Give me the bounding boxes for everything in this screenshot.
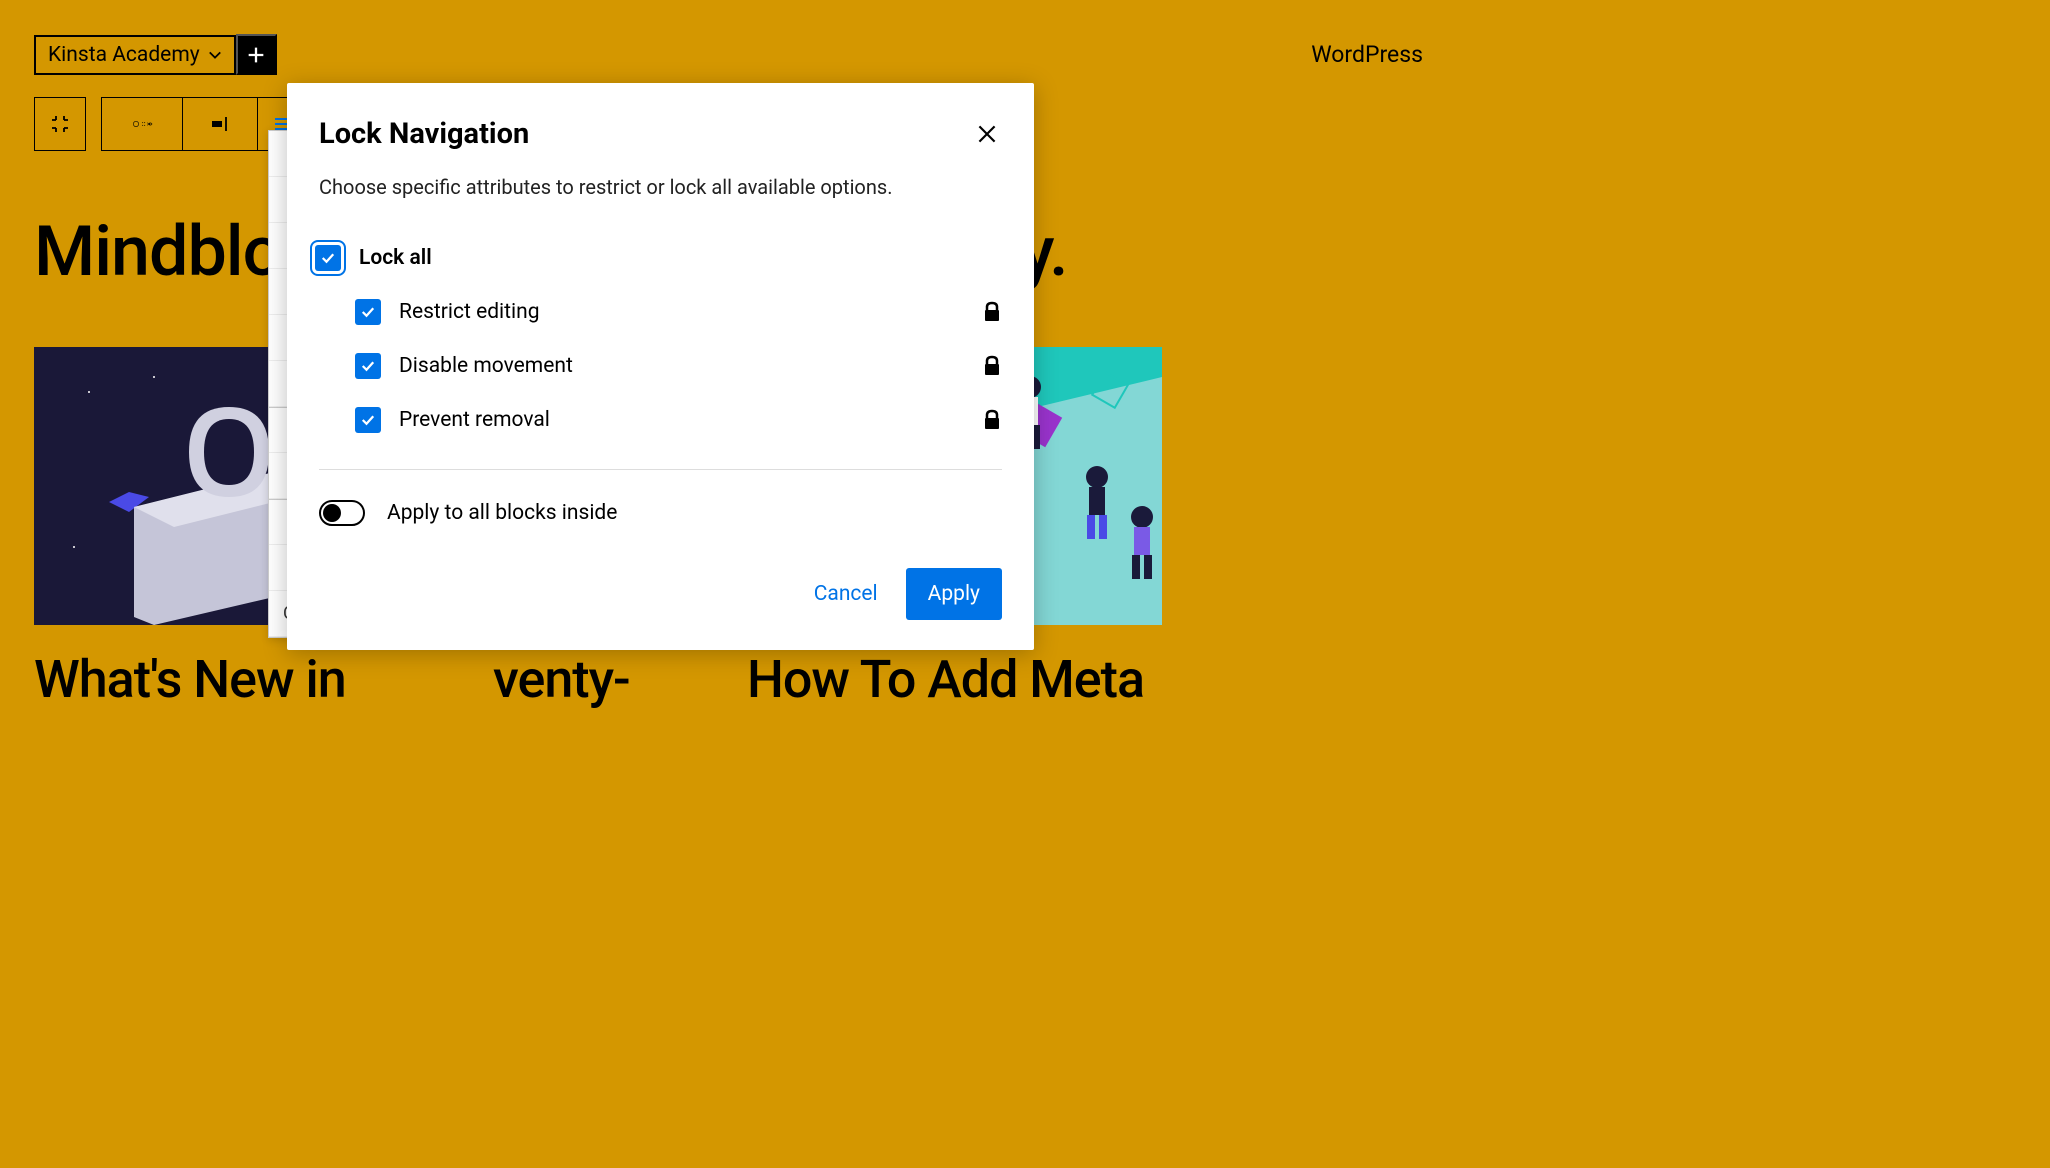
apply-inside-toggle[interactable] bbox=[319, 500, 365, 526]
plus-icon bbox=[245, 44, 267, 66]
lock-icon bbox=[982, 409, 1002, 431]
align-icon bbox=[208, 112, 232, 136]
lock-icon bbox=[982, 301, 1002, 323]
check-icon bbox=[319, 249, 337, 267]
brand-label: WordPress bbox=[1311, 41, 1423, 68]
lock-all-label: Lock all bbox=[359, 246, 432, 270]
cancel-button[interactable]: Cancel bbox=[806, 570, 886, 618]
toggle-knob bbox=[323, 504, 341, 522]
check-icon bbox=[359, 357, 377, 375]
divider bbox=[319, 469, 1002, 470]
chevron-down-icon bbox=[208, 48, 222, 62]
disable-movement-label: Disable movement bbox=[399, 354, 573, 378]
toolbar-navigation-icon-button[interactable] bbox=[34, 97, 86, 151]
apply-button[interactable]: Apply bbox=[906, 568, 1002, 620]
close-icon bbox=[974, 121, 1000, 147]
lock-navigation-modal: Lock Navigation Choose specific attribut… bbox=[287, 83, 1034, 650]
modal-description: Choose specific attributes to restrict o… bbox=[319, 175, 1002, 199]
navigation-icon bbox=[48, 112, 72, 136]
post-title: venty- bbox=[493, 653, 703, 708]
restrict-editing-label: Restrict editing bbox=[399, 300, 540, 324]
toolbar-compass-button[interactable] bbox=[101, 97, 183, 151]
lock-icon bbox=[982, 355, 1002, 377]
toolbar-align-button[interactable] bbox=[182, 97, 258, 151]
prevent-removal-label: Prevent removal bbox=[399, 408, 550, 432]
nav-dropdown-label: Kinsta Academy bbox=[48, 43, 200, 67]
check-icon bbox=[359, 303, 377, 321]
close-button[interactable] bbox=[972, 119, 1002, 149]
check-icon bbox=[359, 411, 377, 429]
modal-title: Lock Navigation bbox=[319, 117, 529, 151]
prevent-removal-checkbox[interactable] bbox=[355, 407, 381, 433]
post-title: What's New in bbox=[34, 653, 449, 708]
lock-all-checkbox[interactable] bbox=[315, 245, 341, 271]
compass-icon bbox=[130, 112, 154, 136]
site-nav-dropdown[interactable]: Kinsta Academy bbox=[34, 35, 236, 75]
disable-movement-checkbox[interactable] bbox=[355, 353, 381, 379]
restrict-editing-checkbox[interactable] bbox=[355, 299, 381, 325]
apply-inside-label: Apply to all blocks inside bbox=[387, 501, 617, 525]
add-block-button[interactable] bbox=[236, 34, 277, 75]
post-title: How To Add Meta bbox=[747, 653, 1162, 708]
